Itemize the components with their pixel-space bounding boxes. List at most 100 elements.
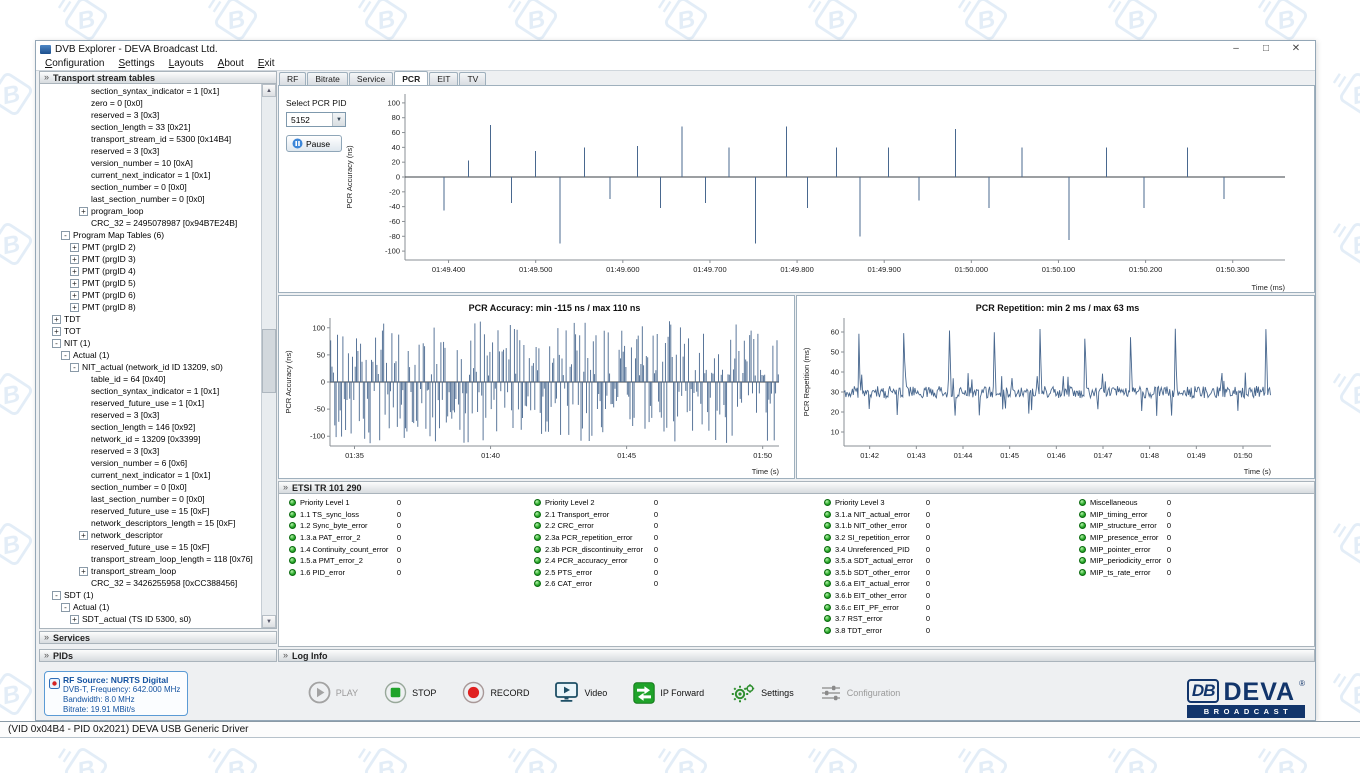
tree-item[interactable]: -Program Map Tables (6) bbox=[40, 229, 261, 241]
tree-expand-icon[interactable]: - bbox=[61, 231, 70, 240]
expand-chevron-icon bbox=[44, 651, 49, 660]
tree-expand-icon[interactable]: + bbox=[52, 327, 61, 336]
tree-item[interactable]: +program_loop bbox=[40, 205, 261, 217]
tree-item[interactable]: -SDT (1) bbox=[40, 589, 261, 601]
services-panel-header[interactable]: Services bbox=[39, 631, 277, 644]
tree-item[interactable]: +TDT bbox=[40, 313, 261, 325]
menu-item-exit[interactable]: Exit bbox=[251, 58, 282, 69]
tree-item[interactable]: last_section_number = 0 [0x0] bbox=[40, 193, 261, 205]
toolbar-record-button[interactable]: RECORD bbox=[462, 681, 529, 704]
menu-item-configuration[interactable]: Configuration bbox=[38, 58, 112, 69]
tree-scrollbar[interactable] bbox=[261, 84, 276, 628]
menu-item-about[interactable]: About bbox=[211, 58, 251, 69]
tree-item[interactable]: last_section_number = 0 [0x0] bbox=[40, 493, 261, 505]
tree-expand-icon[interactable]: + bbox=[70, 303, 79, 312]
tree-item[interactable]: +PMT (prgID 6) bbox=[40, 289, 261, 301]
tab-rf[interactable]: RF bbox=[279, 72, 306, 85]
tree-item[interactable]: reserved_future_use = 1 [0x1] bbox=[40, 397, 261, 409]
tree-item[interactable]: section_length = 146 [0x92] bbox=[40, 421, 261, 433]
tree-item[interactable]: version_number = 10 [0xA] bbox=[40, 157, 261, 169]
tree-expand-icon[interactable]: + bbox=[70, 243, 79, 252]
scroll-down-icon[interactable] bbox=[262, 615, 276, 628]
tree-item[interactable]: -Actual (1) bbox=[40, 349, 261, 361]
tree-item[interactable]: current_next_indicator = 1 [0x1] bbox=[40, 169, 261, 181]
pids-panel-header[interactable]: PIDs bbox=[39, 649, 277, 662]
menu-item-settings[interactable]: Settings bbox=[112, 58, 162, 69]
tree-item[interactable]: reserved_future_use = 15 [0xF] bbox=[40, 505, 261, 517]
tree-expand-icon[interactable]: - bbox=[52, 591, 61, 600]
tree-expand-icon[interactable]: + bbox=[70, 255, 79, 264]
tree-expand-icon[interactable]: + bbox=[79, 531, 88, 540]
tree-item[interactable]: reserved = 3 [0x3] bbox=[40, 109, 261, 121]
tree-expand-icon[interactable]: + bbox=[70, 279, 79, 288]
close-button[interactable] bbox=[1289, 43, 1303, 55]
tree-item[interactable]: +TOT bbox=[40, 325, 261, 337]
tree-expand-icon[interactable]: + bbox=[70, 615, 79, 624]
deva-watermark-logo: B bbox=[205, 738, 267, 773]
tree-item[interactable]: table_id = 64 [0x40] bbox=[40, 373, 261, 385]
tab-tv[interactable]: TV bbox=[459, 72, 486, 85]
tree-item[interactable]: reserved = 3 [0x3] bbox=[40, 145, 261, 157]
maximize-button[interactable] bbox=[1259, 43, 1273, 55]
svg-text:40: 40 bbox=[392, 143, 400, 152]
scroll-up-icon[interactable] bbox=[262, 84, 276, 97]
pause-button[interactable]: Pause bbox=[286, 135, 342, 152]
toolbar-settings-button[interactable]: Settings bbox=[730, 682, 794, 704]
toolbar-video-button[interactable]: Video bbox=[555, 682, 607, 703]
tree-item[interactable]: section_number = 0 [0x0] bbox=[40, 181, 261, 193]
tree-item[interactable]: +SDT_actual (TS ID 5300, s0) bbox=[40, 613, 261, 625]
toolbar-ip-forward-button[interactable]: IP Forward bbox=[633, 682, 704, 704]
tree-item[interactable]: +PMT (prgID 5) bbox=[40, 277, 261, 289]
tree-item[interactable]: +PMT (prgID 2) bbox=[40, 241, 261, 253]
tree-item[interactable]: reserved = 3 [0x3] bbox=[40, 409, 261, 421]
tree-expand-icon[interactable]: - bbox=[52, 339, 61, 348]
tab-service[interactable]: Service bbox=[349, 72, 393, 85]
tree-expand-icon[interactable]: - bbox=[61, 351, 70, 360]
tree-expand-icon[interactable]: + bbox=[70, 291, 79, 300]
etsi-item: MIP_periodicity_error0 bbox=[1079, 555, 1171, 567]
tree-item[interactable]: section_syntax_indicator = 1 [0x1] bbox=[40, 385, 261, 397]
tree-item[interactable]: section_length = 33 [0x21] bbox=[40, 121, 261, 133]
tree-item[interactable]: -NIT (1) bbox=[40, 337, 261, 349]
tree-item[interactable]: transport_stream_loop_length = 118 [0x76… bbox=[40, 553, 261, 565]
menu-item-layouts[interactable]: Layouts bbox=[162, 58, 211, 69]
scroll-thumb[interactable] bbox=[262, 329, 276, 393]
tree-item[interactable]: +PMT (prgID 4) bbox=[40, 265, 261, 277]
tree-item[interactable]: section_number = 0 [0x0] bbox=[40, 481, 261, 493]
tree-item[interactable]: CRC_32 = 3426255958 [0xCC388456] bbox=[40, 577, 261, 589]
tree-item[interactable]: +PMT (prgID 3) bbox=[40, 253, 261, 265]
tree-item[interactable]: section_syntax_indicator = 1 [0x1] bbox=[40, 85, 261, 97]
etsi-panel-header[interactable]: ETSI TR 101 290 bbox=[278, 481, 1315, 494]
tree-expand-icon[interactable]: + bbox=[52, 315, 61, 324]
tree-item[interactable]: reserved_future_use = 15 [0xF] bbox=[40, 541, 261, 553]
status-led-icon bbox=[1079, 546, 1086, 553]
tab-bitrate[interactable]: Bitrate bbox=[307, 72, 348, 85]
etsi-item: 1.1 TS_sync_loss0 bbox=[289, 509, 401, 521]
tree-item[interactable]: -Actual (1) bbox=[40, 601, 261, 613]
tree-item[interactable]: CRC_32 = 2495078987 [0x94B7E24B] bbox=[40, 217, 261, 229]
pcr-pid-select[interactable]: 5152 bbox=[286, 112, 346, 127]
tree-expand-icon[interactable]: + bbox=[70, 267, 79, 276]
tree-expand-icon[interactable]: - bbox=[70, 363, 79, 372]
tree-item[interactable]: version_number = 6 [0x6] bbox=[40, 457, 261, 469]
tree-item[interactable]: current_next_indicator = 1 [0x1] bbox=[40, 469, 261, 481]
tab-pcr[interactable]: PCR bbox=[394, 71, 428, 85]
tree-item[interactable]: zero = 0 [0x0] bbox=[40, 97, 261, 109]
tree-expand-icon[interactable]: + bbox=[79, 207, 88, 216]
tree-item[interactable]: network_descriptors_length = 15 [0xF] bbox=[40, 517, 261, 529]
tree-item[interactable]: network_id = 13209 [0x3399] bbox=[40, 433, 261, 445]
etsi-item: MIP_structure_error0 bbox=[1079, 520, 1171, 532]
tree-item[interactable]: +PMT (prgID 8) bbox=[40, 301, 261, 313]
toolbar-stop-button[interactable]: STOP bbox=[384, 681, 436, 704]
tree-item[interactable]: +network_descriptor bbox=[40, 529, 261, 541]
tree-item[interactable]: reserved = 3 [0x3] bbox=[40, 445, 261, 457]
tree-item[interactable]: -NIT_actual (network_id ID 13209, s0) bbox=[40, 361, 261, 373]
tree-expand-icon[interactable]: + bbox=[79, 567, 88, 576]
tree-expand-icon[interactable]: - bbox=[61, 603, 70, 612]
tab-eit[interactable]: EIT bbox=[429, 72, 458, 85]
minimize-button[interactable] bbox=[1229, 43, 1243, 55]
tree-item[interactable]: +transport_stream_loop bbox=[40, 565, 261, 577]
tree-item[interactable]: transport_stream_id = 5300 [0x14B4] bbox=[40, 133, 261, 145]
log-info-header[interactable]: Log Info bbox=[278, 649, 1315, 662]
transport-stream-tables-header[interactable]: Transport stream tables bbox=[39, 71, 277, 84]
